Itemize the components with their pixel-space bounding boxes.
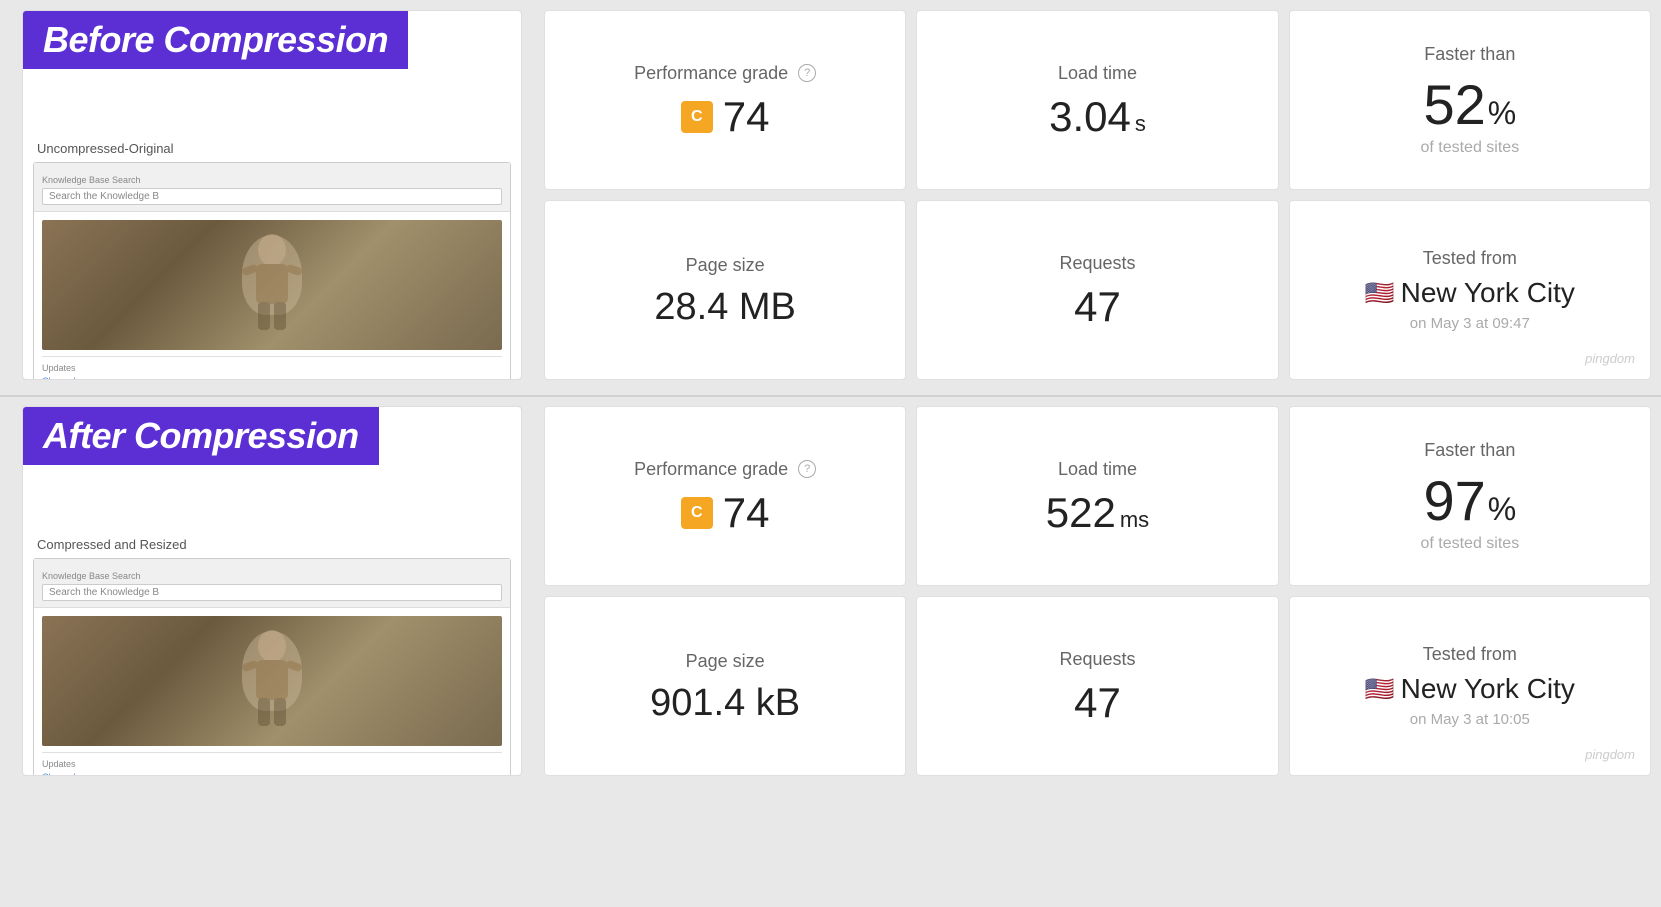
before-load-time-unit: s	[1135, 111, 1146, 137]
before-flag-icon: 🇺🇸	[1365, 279, 1395, 308]
before-tested-from-label: Tested from	[1423, 248, 1517, 269]
before-performance-help-icon[interactable]: ?	[798, 64, 816, 82]
before-caption: Uncompressed-Original	[33, 141, 511, 156]
after-tested-city: New York City	[1401, 673, 1575, 705]
before-page-size-card: Page size 28.4 MB	[544, 200, 906, 380]
before-tested-city: New York City	[1401, 277, 1575, 309]
after-load-time-value: 522	[1046, 492, 1116, 534]
after-performance-value: 74	[723, 492, 770, 534]
after-screenshot-panel: After Compression Compressed and Resized…	[22, 406, 522, 776]
before-page-size-value: 28.4 MB	[654, 288, 796, 326]
before-performance-value: 74	[723, 96, 770, 138]
after-metrics-grid: Performance grade ? C 74 Load time 522 m…	[544, 406, 1651, 776]
before-metrics-grid: Performance grade ? C 74 Load time 3.04 …	[544, 10, 1651, 380]
before-requests-label: Requests	[1059, 253, 1135, 274]
before-grade-badge: C	[681, 101, 713, 133]
after-photo	[42, 616, 502, 746]
after-section: After Compression Compressed and Resized…	[0, 401, 1661, 796]
before-page-size-label: Page size	[686, 255, 765, 276]
after-tested-date: on May 3 at 10:05	[1410, 711, 1530, 728]
before-faster-sub: of tested sites	[1420, 139, 1519, 157]
after-faster-sub: of tested sites	[1420, 535, 1519, 553]
before-screenshot-panel: Before Compression Uncompressed-Original…	[22, 10, 522, 380]
after-faster-unit: %	[1488, 491, 1516, 528]
after-pingdom-watermark: pingdom	[1585, 747, 1635, 762]
after-flag-icon: 🇺🇸	[1365, 675, 1395, 704]
after-load-time-unit: ms	[1120, 507, 1149, 533]
before-performance-label: Performance grade	[634, 63, 788, 84]
after-performance-label: Performance grade	[634, 459, 788, 480]
after-requests-card: Requests 47	[916, 596, 1278, 776]
after-page-size-card: Page size 901.4 kB	[544, 596, 906, 776]
before-pingdom-watermark: pingdom	[1585, 351, 1635, 366]
before-label: Before Compression	[23, 11, 408, 69]
after-page-size-value: 901.4 kB	[650, 684, 800, 722]
before-load-time-value: 3.04	[1049, 96, 1131, 138]
after-caption: Compressed and Resized	[33, 537, 511, 552]
after-browser-preview: Knowledge Base Search Search the Knowled…	[33, 558, 511, 776]
before-requests-value: 47	[1074, 286, 1121, 328]
after-performance-card: Performance grade ? C 74	[544, 406, 906, 586]
after-load-time-card: Load time 522 ms	[916, 406, 1278, 586]
after-requests-label: Requests	[1059, 649, 1135, 670]
before-faster-unit: %	[1488, 95, 1516, 132]
before-load-time-label: Load time	[1058, 63, 1137, 84]
before-faster-label: Faster than	[1424, 44, 1515, 65]
after-tested-from-label: Tested from	[1423, 644, 1517, 665]
after-performance-help-icon[interactable]: ?	[798, 460, 816, 478]
after-load-time-label: Load time	[1058, 459, 1137, 480]
after-grade-badge: C	[681, 497, 713, 529]
before-section: Before Compression Uncompressed-Original…	[0, 0, 1661, 397]
before-performance-card: Performance grade ? C 74	[544, 10, 906, 190]
after-label: After Compression	[23, 407, 379, 465]
after-faster-value: 97	[1423, 473, 1485, 529]
before-faster-value: 52	[1423, 77, 1485, 133]
after-faster-card: Faster than 97 % of tested sites	[1289, 406, 1651, 586]
before-faster-card: Faster than 52 % of tested sites	[1289, 10, 1651, 190]
before-tested-date: on May 3 at 09:47	[1410, 315, 1530, 332]
after-page-size-label: Page size	[686, 651, 765, 672]
before-photo	[42, 220, 502, 350]
before-load-time-card: Load time 3.04 s	[916, 10, 1278, 190]
before-browser-preview: Knowledge Base Search Search the Knowled…	[33, 162, 511, 380]
after-faster-label: Faster than	[1424, 440, 1515, 461]
before-requests-card: Requests 47	[916, 200, 1278, 380]
after-requests-value: 47	[1074, 682, 1121, 724]
